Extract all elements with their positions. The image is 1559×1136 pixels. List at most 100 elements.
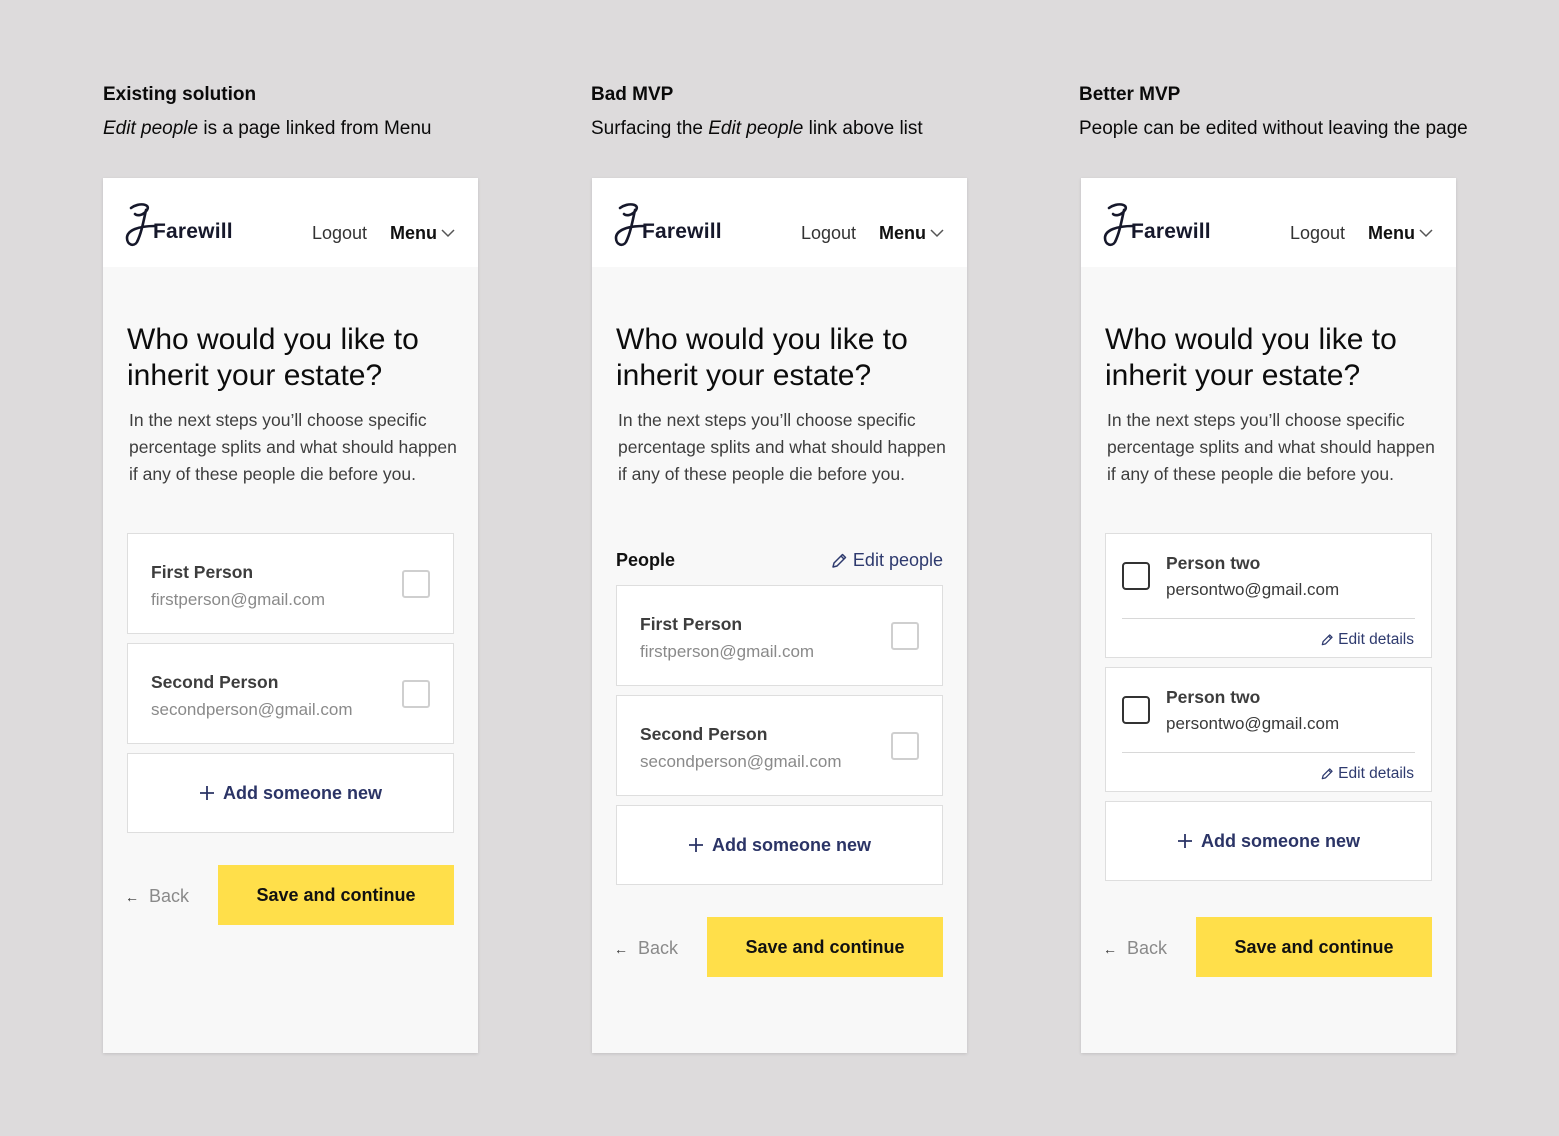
person-name: First Person [640, 614, 743, 634]
edit-details-label: Edit details [1338, 765, 1414, 782]
person-card[interactable]: Second Person secondperson@gmail.com [616, 695, 943, 796]
caption-text: People can be edited without leaving the… [1079, 118, 1468, 139]
back-label: Back [149, 886, 190, 906]
caption-title: Better MVP [1079, 84, 1181, 105]
top-bar: Farewill Logout Menu [103, 178, 478, 267]
back-link[interactable]: ← Back [125, 886, 189, 907]
caption-better-mvp: Better MVP People can be edited without … [1079, 84, 1539, 140]
menu-button[interactable]: Menu [1368, 223, 1433, 244]
divider [1122, 752, 1415, 753]
phone-existing-solution: Farewill Logout Menu Who would you like … [103, 178, 478, 1053]
logout-link[interactable]: Logout [1290, 223, 1345, 244]
person-checkbox[interactable] [1122, 562, 1150, 590]
caption-title: Existing solution [103, 84, 257, 105]
add-someone-button[interactable]: Add someone new [127, 753, 454, 833]
farewill-logo[interactable]: Farewill [1103, 200, 1215, 248]
edit-details-link[interactable]: Edit details [1320, 765, 1414, 783]
edit-details-link[interactable]: Edit details [1320, 631, 1414, 649]
menu-label: Menu [879, 223, 926, 243]
chevron-down-icon [930, 229, 944, 238]
menu-button[interactable]: Menu [390, 223, 455, 244]
logo-text: Farewill [642, 220, 722, 243]
plus-icon [199, 786, 214, 800]
intro-text: In the next steps you’ll choose specific… [129, 410, 457, 484]
plus-icon [688, 838, 703, 852]
person-name: Person two [1166, 687, 1261, 707]
person-email: firstperson@gmail.com [640, 642, 815, 661]
save-and-continue-button[interactable]: Save and continue [707, 917, 943, 977]
person-checkbox[interactable] [402, 680, 430, 708]
top-bar: Farewill Logout Menu [592, 178, 967, 267]
person-card[interactable]: First Person firstperson@gmail.com [616, 585, 943, 686]
logo-text: Farewill [153, 220, 233, 243]
menu-label: Menu [390, 223, 437, 243]
edit-people-label: Edit people [852, 550, 943, 570]
caption-text: is a page linked from Menu [198, 118, 432, 139]
person-checkbox[interactable] [1122, 696, 1150, 724]
back-link[interactable]: ← Back [614, 938, 678, 959]
arrow-left-icon: ← [614, 940, 628, 957]
intro-text: In the next steps you’ll choose specific… [618, 410, 946, 484]
chevron-down-icon [441, 229, 455, 238]
person-checkbox[interactable] [891, 732, 919, 760]
caption-description: Edit people is a page linked from Menu [103, 118, 563, 140]
logo-text: Farewill [1131, 220, 1211, 243]
person-card[interactable]: Person two persontwo@gmail.com Edit deta… [1105, 533, 1432, 658]
person-name: First Person [151, 562, 254, 582]
page-title: Who would you like to inherit your estat… [127, 323, 419, 392]
arrow-left-icon: ← [125, 888, 139, 905]
person-email: secondperson@gmail.com [151, 700, 353, 719]
people-header: People Edit people [616, 550, 943, 574]
back-label: Back [1127, 938, 1168, 958]
logout-link[interactable]: Logout [312, 223, 367, 244]
arrow-left-icon: ← [1103, 940, 1117, 957]
menu-label: Menu [1368, 223, 1415, 243]
farewill-logo[interactable]: Farewill [125, 200, 237, 248]
top-bar: Farewill Logout Menu [1081, 178, 1456, 267]
caption-emphasis: Edit people [708, 118, 804, 139]
phone-bad-mvp: Farewill Logout Menu Who would you like … [592, 178, 967, 1053]
caption-text: Surfacing the [591, 118, 709, 139]
person-email: firstperson@gmail.com [151, 590, 326, 609]
phone-better-mvp: Farewill Logout Menu Who would you like … [1081, 178, 1456, 1053]
pencil-icon [832, 553, 847, 568]
person-email: secondperson@gmail.com [640, 752, 842, 771]
menu-button[interactable]: Menu [879, 223, 944, 244]
caption-bad-mvp: Bad MVP Surfacing the Edit people link a… [591, 84, 1051, 140]
page-title: Who would you like to inherit your estat… [616, 323, 908, 392]
person-name: Second Person [640, 724, 768, 744]
caption-text: link above list [803, 118, 923, 139]
caption-title: Bad MVP [591, 84, 674, 105]
save-and-continue-button[interactable]: Save and continue [218, 865, 454, 925]
back-link[interactable]: ← Back [1103, 938, 1167, 959]
person-name: Person two [1166, 553, 1261, 573]
caption-existing-solution: Existing solution Edit people is a page … [103, 84, 563, 140]
caption-description: People can be edited without leaving the… [1079, 118, 1539, 140]
add-someone-button[interactable]: Add someone new [1105, 801, 1432, 881]
intro-text: In the next steps you’ll choose specific… [1107, 410, 1435, 484]
person-checkbox[interactable] [891, 622, 919, 650]
save-and-continue-button[interactable]: Save and continue [1196, 917, 1432, 977]
person-email: persontwo@gmail.com [1166, 714, 1340, 733]
pencil-icon [1321, 768, 1333, 780]
add-someone-label: Add someone new [1200, 830, 1361, 851]
people-label: People [616, 550, 676, 570]
caption-description: Surfacing the Edit people link above lis… [591, 118, 1051, 140]
person-email: persontwo@gmail.com [1166, 580, 1340, 599]
person-name: Second Person [151, 672, 279, 692]
page-title: Who would you like to inherit your estat… [1105, 323, 1397, 392]
edit-people-link[interactable]: Edit people [830, 550, 943, 571]
person-checkbox[interactable] [402, 570, 430, 598]
person-card[interactable]: Person two persontwo@gmail.com Edit deta… [1105, 667, 1432, 792]
chevron-down-icon [1419, 229, 1433, 238]
farewill-logo[interactable]: Farewill [614, 200, 726, 248]
person-card[interactable]: Second Person secondperson@gmail.com [127, 643, 454, 744]
pencil-icon [1321, 634, 1333, 646]
logout-link[interactable]: Logout [801, 223, 856, 244]
person-card[interactable]: First Person firstperson@gmail.com [127, 533, 454, 634]
plus-icon [1177, 834, 1192, 848]
add-someone-button[interactable]: Add someone new [616, 805, 943, 885]
add-someone-label: Add someone new [222, 782, 383, 803]
caption-emphasis: Edit people [103, 118, 199, 139]
divider [1122, 618, 1415, 619]
